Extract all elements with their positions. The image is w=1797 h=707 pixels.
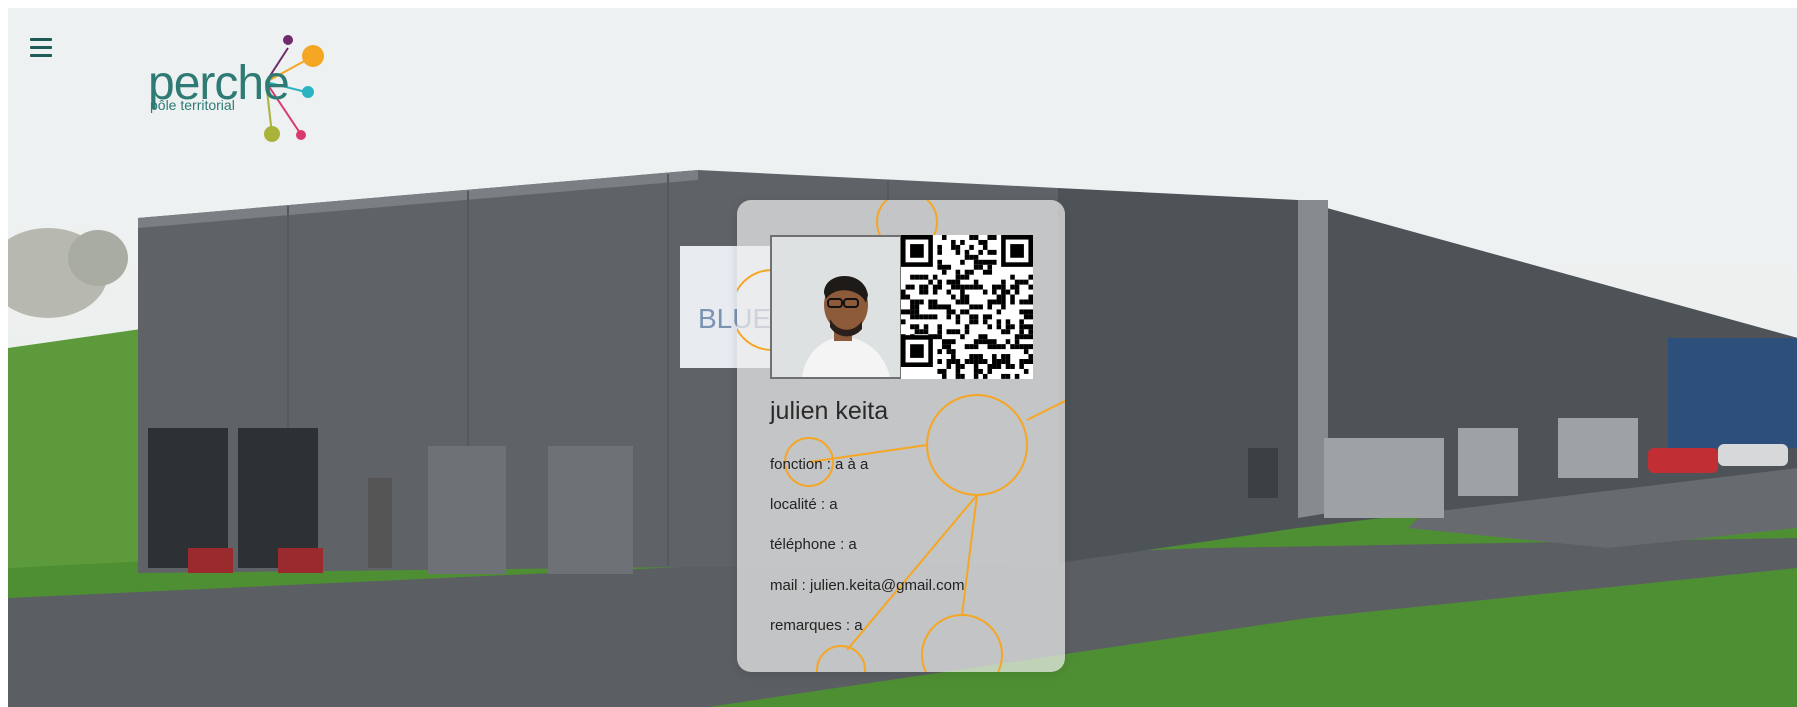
contact-name: julien keita <box>770 397 889 425</box>
logo-subtitle: pôle territorial <box>150 97 235 113</box>
hamburger-menu-button[interactable] <box>30 32 60 62</box>
field-localite: localité : a <box>770 496 838 513</box>
logo[interactable]: perche pôle territorial <box>148 30 328 150</box>
profile-photo <box>770 235 902 379</box>
field-fonction: fonction : a à a <box>770 456 869 473</box>
hamburger-icon <box>30 37 52 41</box>
field-mail[interactable]: mail : julien.keita@gmail.com <box>770 577 964 594</box>
person-avatar-icon <box>772 237 900 377</box>
profile-card: julien keita fonction : a à a localité :… <box>737 200 1065 672</box>
qr-code-icon <box>901 235 1033 379</box>
field-telephone: téléphone : a <box>770 536 857 553</box>
field-remarques: remarques : a <box>770 617 863 634</box>
